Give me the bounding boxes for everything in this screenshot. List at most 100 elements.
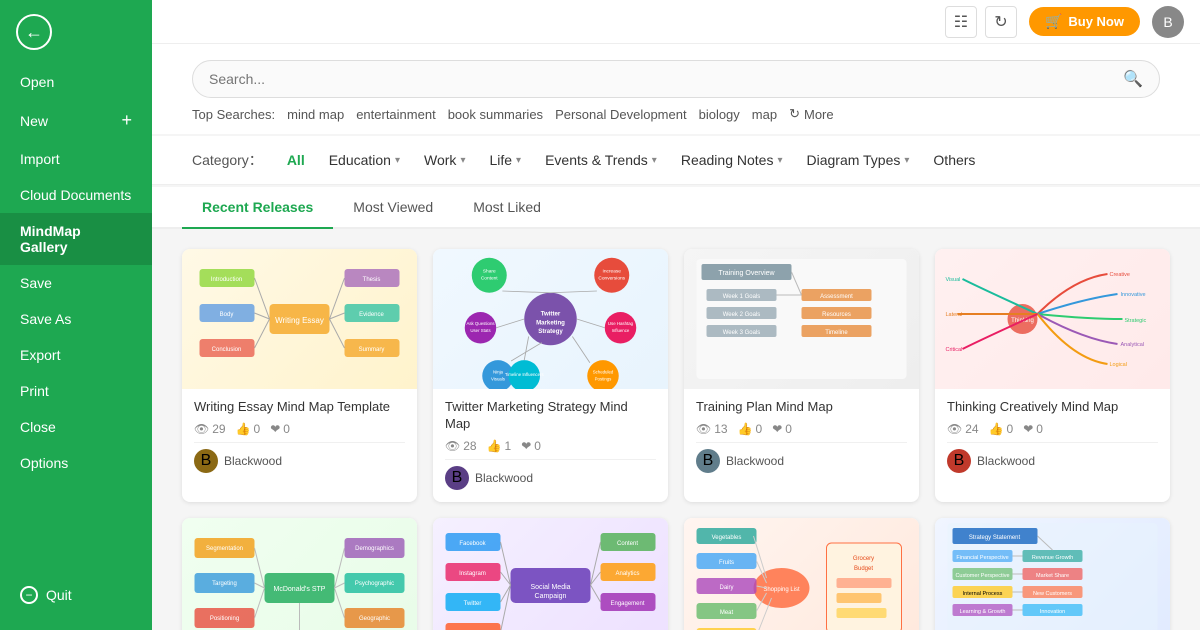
search-section: 🔍 Top Searches: mind map entertainment b… xyxy=(152,44,1200,134)
card-writing[interactable]: Writing Essay Introduction Body Conclusi… xyxy=(182,249,417,502)
content-area: 🔍 Top Searches: mind map entertainment b… xyxy=(152,44,1200,630)
buy-now-button[interactable]: 🛒 Buy Now xyxy=(1029,7,1140,36)
author-name-thinking: Blackwood xyxy=(977,454,1035,468)
card-social[interactable]: Social Media Campaign Facebook Instagram… xyxy=(433,518,668,630)
sidebar-item-export[interactable]: Export xyxy=(0,337,152,373)
back-button[interactable]: ← xyxy=(0,0,152,64)
svg-text:Vegetables: Vegetables xyxy=(712,535,742,541)
svg-text:Marketing: Marketing xyxy=(536,319,565,326)
more-button[interactable]: ↻ More xyxy=(789,106,834,122)
card-stats-writing: 👁 29 👍 0 ❤ 0 xyxy=(194,422,405,436)
top-searches: Top Searches: mind map entertainment boo… xyxy=(192,98,1160,122)
svg-text:Dairy: Dairy xyxy=(719,585,733,591)
author-avatar-training: B xyxy=(696,449,720,473)
quit-button[interactable]: − Quit xyxy=(0,576,152,614)
tab-recent[interactable]: Recent Releases xyxy=(182,187,333,229)
search-icon[interactable]: 🔍 xyxy=(1123,69,1143,89)
svg-text:Training Overview: Training Overview xyxy=(718,270,775,277)
search-tag-map[interactable]: map xyxy=(752,107,777,122)
svg-text:Critical: Critical xyxy=(946,347,963,353)
svg-text:Budget: Budget xyxy=(854,566,873,572)
svg-text:Summary: Summary xyxy=(359,347,385,353)
svg-text:Creative: Creative xyxy=(1110,272,1130,278)
events-chevron: ▾ xyxy=(652,155,657,166)
author-name-writing: Blackwood xyxy=(224,454,282,468)
card-supermarket[interactable]: Shopping List Vegetables Fruits Dairy Me… xyxy=(684,518,919,630)
cat-reading[interactable]: Reading Notes ▾ xyxy=(673,148,791,172)
svg-text:Thesis: Thesis xyxy=(363,277,381,283)
svg-text:McDonald's STP: McDonald's STP xyxy=(274,586,326,593)
svg-text:Innovative: Innovative xyxy=(1121,292,1146,298)
svg-text:Writing Essay: Writing Essay xyxy=(275,316,324,325)
cat-all[interactable]: All xyxy=(279,148,313,172)
card-stp[interactable]: McDonald's STP Segmentation Targeting Po… xyxy=(182,518,417,630)
sidebar-item-save[interactable]: Save xyxy=(0,265,152,301)
cat-work[interactable]: Work ▾ xyxy=(416,148,473,172)
sidebar-item-cloud[interactable]: Cloud Documents xyxy=(0,177,152,213)
card-title-twitter: Twitter Marketing Strategy Mind Map xyxy=(445,399,656,433)
card-strategy[interactable]: Strategy Statement Financial Perspective… xyxy=(935,518,1170,630)
sidebar-item-new[interactable]: New + xyxy=(0,100,152,141)
svg-text:Instagram: Instagram xyxy=(459,571,486,577)
reading-chevron: ▾ xyxy=(777,155,782,166)
svg-text:Facebook: Facebook xyxy=(459,541,486,547)
cat-events[interactable]: Events & Trends ▾ xyxy=(537,148,665,172)
search-tag-biology[interactable]: biology xyxy=(699,107,740,122)
template-icon[interactable]: ☷ xyxy=(945,6,977,38)
svg-text:Resources: Resources xyxy=(822,312,851,318)
svg-text:Conversions: Conversions xyxy=(598,276,625,282)
tab-liked[interactable]: Most Liked xyxy=(453,187,561,229)
cat-education[interactable]: Education ▾ xyxy=(321,148,408,172)
cat-diagram[interactable]: Diagram Types ▾ xyxy=(798,148,917,172)
svg-text:Social Media: Social Media xyxy=(530,584,570,591)
refresh-icon: ↻ xyxy=(789,106,800,122)
card-stats-twitter: 👁 28 👍 1 ❤ 0 xyxy=(445,439,656,453)
card-thinking[interactable]: Thinking Creative Innovative Strategic A… xyxy=(935,249,1170,502)
diagram-chevron: ▾ xyxy=(904,155,909,166)
svg-text:Twitter: Twitter xyxy=(541,311,561,318)
svg-text:Week 2 Goals: Week 2 Goals xyxy=(723,312,761,318)
svg-text:Week 1 Goals: Week 1 Goals xyxy=(723,294,761,300)
search-tag-entertainment[interactable]: entertainment xyxy=(356,107,436,122)
sidebar-item-saveas[interactable]: Save As xyxy=(0,301,152,337)
search-tag-personal[interactable]: Personal Development xyxy=(555,107,687,122)
card-training[interactable]: Training Overview Week 1 Goals Week 2 Go… xyxy=(684,249,919,502)
sidebar-item-print[interactable]: Print xyxy=(0,373,152,409)
card-body-twitter: Twitter Marketing Strategy Mind Map 👁 28… xyxy=(433,389,668,502)
search-tag-mindmap[interactable]: mind map xyxy=(287,107,344,122)
search-tag-books[interactable]: book summaries xyxy=(448,107,543,122)
undo-icon[interactable]: ↻ xyxy=(985,6,1017,38)
card-body-writing: Writing Essay Mind Map Template 👁 29 👍 0… xyxy=(182,389,417,485)
cat-others[interactable]: Others xyxy=(925,148,983,172)
sidebar-item-options[interactable]: Options xyxy=(0,445,152,481)
card-image-stp: McDonald's STP Segmentation Targeting Po… xyxy=(182,518,417,630)
toolbar-icons: ☷ ↻ xyxy=(945,6,1017,38)
card-twitter[interactable]: Twitter Marketing Strategy Share Content… xyxy=(433,249,668,502)
svg-text:Use Hashtag: Use Hashtag xyxy=(608,321,634,326)
card-image-strategy: Strategy Statement Financial Perspective… xyxy=(935,518,1170,630)
svg-text:Segmentation: Segmentation xyxy=(206,546,243,552)
svg-text:Timeline: Timeline xyxy=(825,330,848,336)
svg-text:Twitter: Twitter xyxy=(464,601,482,607)
svg-text:Psychographic: Psychographic xyxy=(355,581,394,587)
svg-text:Analytical: Analytical xyxy=(1121,342,1145,348)
svg-text:Increase: Increase xyxy=(603,269,622,275)
sidebar-item-close[interactable]: Close xyxy=(0,409,152,445)
svg-text:Visuals: Visuals xyxy=(491,376,506,381)
sidebar-menu: Open New + Import Cloud Documents MindMa… xyxy=(0,64,152,481)
sidebar-item-gallery[interactable]: MindMap Gallery xyxy=(0,213,152,265)
svg-text:User Stats: User Stats xyxy=(470,328,491,333)
author-name-training: Blackwood xyxy=(726,454,784,468)
svg-text:Targeting: Targeting xyxy=(212,581,237,587)
cat-life[interactable]: Life ▾ xyxy=(481,148,529,172)
svg-text:Logical: Logical xyxy=(1110,362,1127,368)
card-author-training: B Blackwood xyxy=(696,442,907,477)
search-bar[interactable]: 🔍 xyxy=(192,60,1160,98)
author-name-twitter: Blackwood xyxy=(475,471,533,485)
user-avatar[interactable]: B xyxy=(1152,6,1184,38)
sidebar-item-import[interactable]: Import xyxy=(0,141,152,177)
sidebar-item-open[interactable]: Open xyxy=(0,64,152,100)
search-input[interactable] xyxy=(209,71,1123,87)
tab-viewed[interactable]: Most Viewed xyxy=(333,187,453,229)
card-body-training: Training Plan Mind Map 👁 13 👍 0 ❤ 0 B Bl… xyxy=(684,389,919,485)
